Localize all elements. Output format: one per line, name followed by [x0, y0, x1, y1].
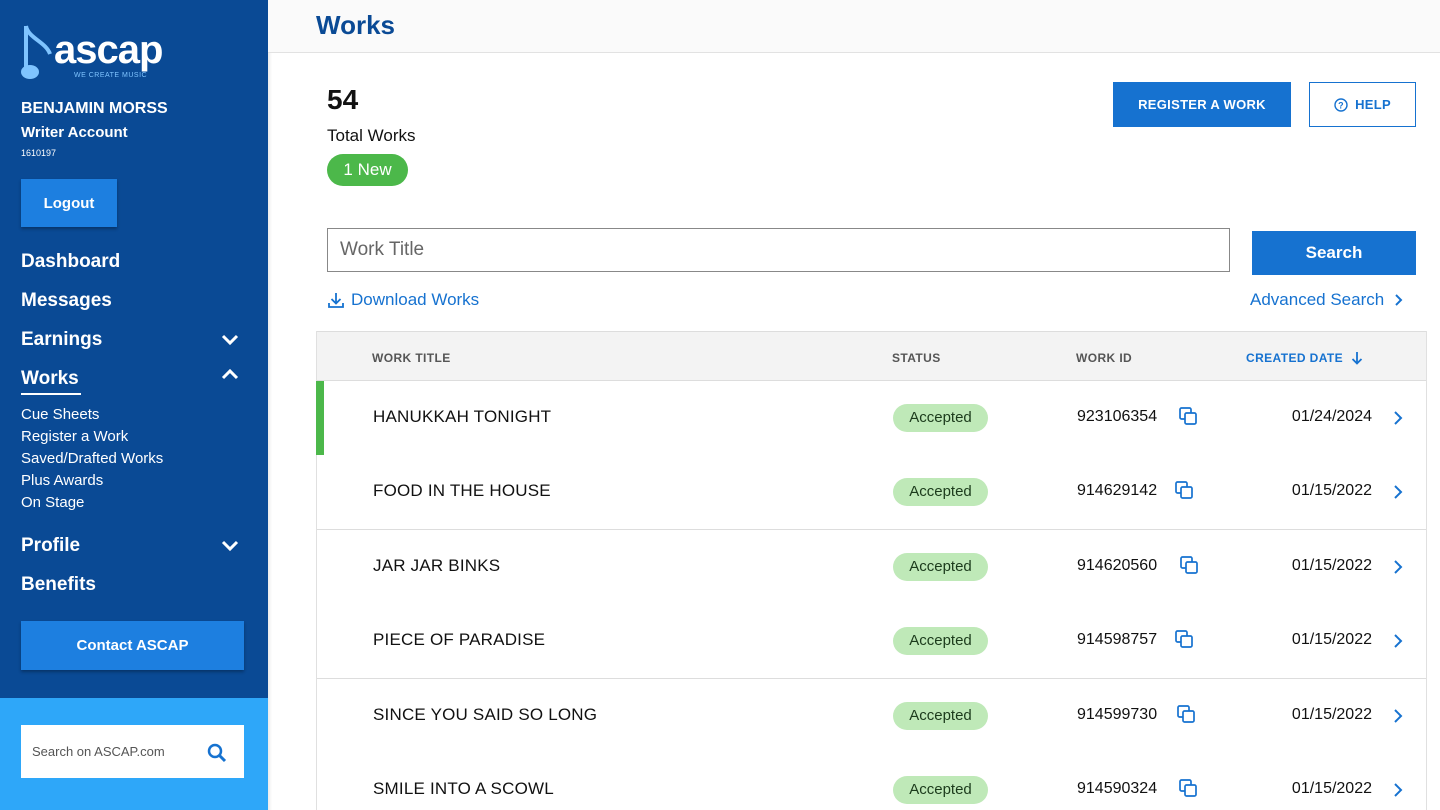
copy-icon[interactable] — [1178, 778, 1198, 798]
status-badge: Accepted — [893, 776, 988, 804]
subnav-register-work[interactable]: Register a Work — [21, 428, 128, 445]
contact-ascap-button[interactable]: Contact ASCAP — [21, 621, 244, 670]
nav-works[interactable]: Works — [21, 368, 79, 390]
total-works-count: 54 — [327, 84, 359, 115]
copy-icon[interactable] — [1176, 704, 1196, 724]
page-title: Works — [316, 10, 395, 40]
user-name: BENJAMIN MORSS — [21, 100, 168, 117]
work-id-cell: 914620560 — [1077, 556, 1158, 574]
copy-icon[interactable] — [1174, 480, 1194, 500]
chevron-right-icon[interactable] — [1393, 410, 1403, 426]
works-table: WORK TITLE STATUS WORK ID CREATED DATE H… — [316, 331, 1427, 810]
work-title-cell: PIECE OF PARADISE — [373, 630, 546, 650]
created-date-cell: 01/15/2022 — [1291, 705, 1372, 723]
created-date-label: CREATED DATE — [1246, 351, 1344, 365]
table-row[interactable]: SINCE YOU SAID SO LONG Accepted 914599730 0… — [317, 678, 1426, 754]
chevron-down-icon[interactable] — [220, 332, 240, 346]
register-work-button[interactable]: REGISTER A WORK — [1113, 82, 1291, 127]
work-title-cell: SINCE YOU SAID SO LONG — [373, 704, 598, 724]
nav-earnings[interactable]: Earnings — [21, 329, 102, 351]
chevron-right-icon[interactable] — [1393, 708, 1403, 724]
copy-icon[interactable] — [1179, 555, 1199, 575]
column-header-created-date[interactable]: CREATED DATE — [1246, 351, 1363, 365]
nav-benefits[interactable]: Benefits — [21, 574, 96, 596]
work-title-cell: HANUKKAH TONIGHT — [373, 407, 552, 426]
status-badge: Accepted — [893, 478, 988, 507]
table-header: WORK TITLE STATUS WORK ID CREATED DATE — [317, 331, 1426, 381]
chevron-right-icon[interactable] — [1393, 782, 1403, 798]
svg-text:?: ? — [1338, 100, 1344, 110]
advanced-search-label: Advanced Search — [1250, 290, 1385, 309]
search-icon[interactable] — [207, 743, 227, 763]
work-title-cell: SMILE INTO A SCOWL — [373, 779, 554, 798]
sidebar: ascap WE CREATE MUSIC BENJAMIN MORSS Wri… — [0, 0, 268, 810]
created-date-cell: 01/15/2022 — [1291, 556, 1372, 574]
subnav-plus-awards[interactable]: Plus Awards — [21, 472, 103, 489]
advanced-search-link[interactable]: Advanced Search — [1250, 290, 1404, 310]
nav-dashboard[interactable]: Dashboard — [21, 251, 120, 273]
site-search-panel — [0, 698, 268, 810]
new-row-indicator — [316, 381, 324, 455]
site-search-input[interactable] — [21, 725, 201, 778]
column-header-status[interactable]: STATUS — [892, 351, 941, 365]
work-title-search-input[interactable] — [327, 228, 1230, 272]
table-row[interactable]: FOOD IN THE HOUSE Accepted 914629142 01/15/… — [317, 455, 1426, 531]
active-nav-underline — [21, 393, 81, 395]
chevron-right-icon[interactable] — [1393, 484, 1403, 500]
search-button[interactable]: Search — [1252, 231, 1416, 275]
chevron-right-icon[interactable] — [1393, 633, 1403, 649]
download-works-link[interactable]: Download Works — [327, 290, 479, 310]
chevron-up-icon[interactable] — [220, 367, 240, 381]
work-id-cell: 923106354 — [1077, 408, 1158, 425]
copy-icon[interactable] — [1178, 406, 1198, 426]
work-id-cell: 914599730 — [1077, 705, 1158, 723]
subnav-cue-sheets[interactable]: Cue Sheets — [21, 406, 99, 423]
status-badge: Accepted — [893, 404, 988, 432]
status-badge: Accepted — [893, 627, 988, 656]
work-id-cell: 914629142 — [1077, 482, 1158, 500]
help-button[interactable]: ? HELP — [1309, 82, 1416, 127]
logo-tagline: WE CREATE MUSIC — [74, 72, 148, 79]
chevron-right-icon[interactable] — [1393, 559, 1403, 575]
status-badge: Accepted — [893, 701, 988, 730]
sort-arrow-down-icon — [1351, 352, 1363, 365]
nav-profile[interactable]: Profile — [21, 535, 80, 557]
logout-button[interactable]: Logout — [21, 179, 117, 227]
created-date-cell: 01/15/2022 — [1291, 631, 1372, 649]
column-header-work-title[interactable]: WORK TITLE — [372, 351, 451, 365]
logo-wordmark: ascap — [54, 28, 163, 72]
page-header: Works — [268, 0, 1440, 53]
created-date-cell: 01/15/2022 — [1291, 780, 1372, 797]
help-label: HELP — [1355, 97, 1391, 112]
work-title-cell: JAR JAR BINKS — [373, 555, 501, 575]
subnav-saved-drafted[interactable]: Saved/Drafted Works — [21, 450, 163, 467]
table-row[interactable]: SMILE INTO A SCOWL Accepted 914590324 01/15… — [317, 753, 1426, 810]
new-works-badge[interactable]: 1 New — [327, 154, 408, 186]
site-search-box — [21, 725, 244, 778]
download-icon — [328, 293, 344, 308]
table-row[interactable]: PIECE OF PARADISE Accepted 914598757 01/15/… — [317, 604, 1426, 680]
account-id: 1610197 — [21, 148, 57, 158]
work-title-cell: FOOD IN THE HOUSE — [373, 481, 551, 501]
ascap-logo[interactable]: ascap WE CREATE MUSIC — [20, 22, 180, 82]
sidebar-shadow — [268, 0, 272, 810]
subnav-on-stage[interactable]: On Stage — [21, 494, 84, 511]
table-row[interactable]: HANUKKAH TONIGHT Accepted 923106354 01/24/2… — [316, 381, 1426, 456]
account-type: Writer Account — [21, 124, 128, 141]
total-works-label: Total Works — [327, 126, 416, 145]
created-date-cell: 01/15/2022 — [1291, 482, 1372, 500]
work-id-cell: 914590324 — [1077, 780, 1158, 797]
chevron-right-icon — [1395, 294, 1403, 306]
nav-messages[interactable]: Messages — [21, 290, 112, 312]
column-header-work-id[interactable]: WORK ID — [1076, 351, 1132, 365]
download-works-label: Download Works — [351, 290, 480, 309]
work-id-cell: 914598757 — [1077, 631, 1158, 649]
created-date-cell: 01/24/2024 — [1291, 408, 1372, 425]
help-circle-icon: ? — [1334, 97, 1348, 112]
status-badge: Accepted — [893, 552, 988, 581]
chevron-down-icon[interactable] — [220, 538, 240, 552]
copy-icon[interactable] — [1174, 629, 1194, 649]
table-row[interactable]: JAR JAR BINKS Accepted 914620560 01/15/2022 — [317, 529, 1426, 605]
